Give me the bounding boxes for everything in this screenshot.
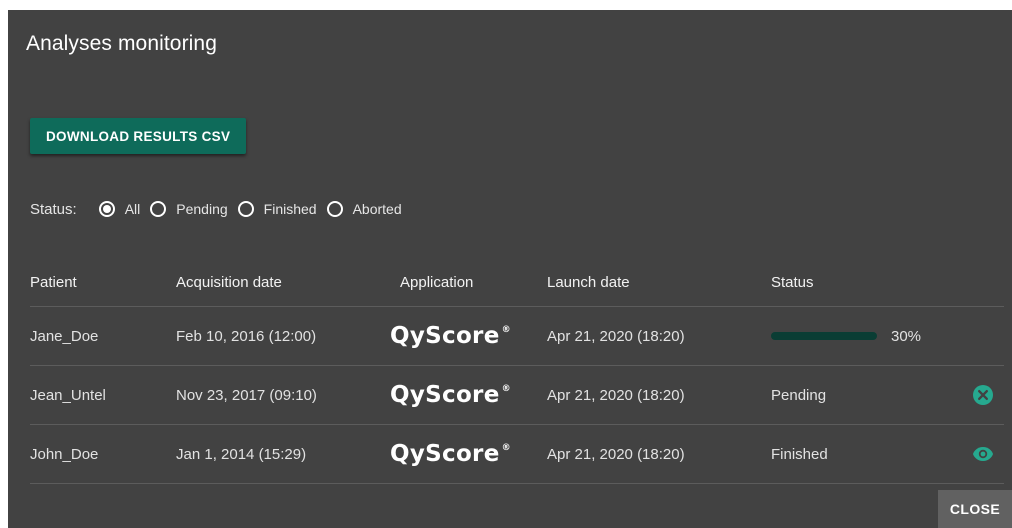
radio-checked-icon[interactable] [98,201,115,217]
status-radio-aborted[interactable]: Aborted [326,201,402,217]
table-row: Jean_Untel Nov 23, 2017 (09:10) QyScore … [30,366,1004,425]
table-header: Patient Acquisition date Application Lau… [30,258,1004,307]
cancel-circle-icon[interactable] [973,385,993,405]
header-status: Status [771,273,814,291]
cell-launch-date: Apr 21, 2020 (18:20) [547,445,685,463]
qyscore-logo: QyScore ® [390,441,511,467]
progress-percent: 30% [891,327,922,345]
table-row: Jane_Doe Feb 10, 2016 (12:00) QyScore ® … [30,307,1004,366]
qyscore-logo-text: QyScore [390,323,500,349]
radio-label-pending: Pending [176,201,228,217]
analyses-monitoring-dialog: Analyses monitoring DOWNLOAD RESULTS CSV… [8,10,1012,528]
cell-acquisition-date: Nov 23, 2017 (09:10) [176,386,317,404]
cell-patient: Jean_Untel [30,386,106,404]
dialog-title: Analyses monitoring [26,32,217,55]
status-filter-label: Status: [30,200,77,218]
registered-mark: ® [501,325,511,335]
cell-status-progress: 30% [771,328,921,345]
radio-unchecked-icon[interactable] [237,201,254,217]
cell-launch-date: Apr 21, 2020 (18:20) [547,327,685,345]
eye-icon[interactable] [972,446,994,462]
header-acquisition-date: Acquisition date [176,273,282,291]
qyscore-logo-text: QyScore [390,382,500,408]
qyscore-logo: QyScore ® [390,382,511,408]
close-button[interactable]: CLOSE [938,490,1012,528]
qyscore-logo-text: QyScore [390,441,500,467]
cell-acquisition-date: Jan 1, 2014 (15:29) [176,445,307,463]
view-results-button[interactable] [972,443,994,465]
analyses-table: Patient Acquisition date Application Lau… [30,258,1004,484]
radio-unchecked-icon[interactable] [150,201,167,217]
header-application: Application [400,273,474,291]
cell-launch-date: Apr 21, 2020 (18:20) [547,386,685,404]
header-patient: Patient [30,273,77,291]
registered-mark: ® [501,443,511,453]
status-radio-pending[interactable]: Pending [150,201,228,217]
cell-acquisition-date: Feb 10, 2016 (12:00) [176,327,317,345]
registered-mark: ® [501,384,511,394]
status-filter: Status: All Pending Finished Aborted [30,196,412,222]
radio-label-finished: Finished [263,201,317,217]
header-launch-date: Launch date [547,273,630,291]
cell-patient: Jane_Doe [30,327,99,345]
download-results-csv-button[interactable]: DOWNLOAD RESULTS CSV [30,118,247,154]
radio-label-aborted: Aborted [352,201,402,217]
cell-status: Pending [771,386,827,404]
cancel-analysis-button[interactable] [972,384,994,406]
progress-bar [771,332,877,340]
cell-status: Finished [771,445,828,463]
qyscore-logo: QyScore ® [390,323,511,349]
radio-label-all: All [124,201,141,217]
table-row: John_Doe Jan 1, 2014 (15:29) QyScore ® A… [30,425,1004,484]
cell-patient: John_Doe [30,445,99,463]
radio-unchecked-icon[interactable] [326,201,343,217]
status-radio-finished[interactable]: Finished [237,201,317,217]
status-radio-all[interactable]: All [98,201,141,217]
